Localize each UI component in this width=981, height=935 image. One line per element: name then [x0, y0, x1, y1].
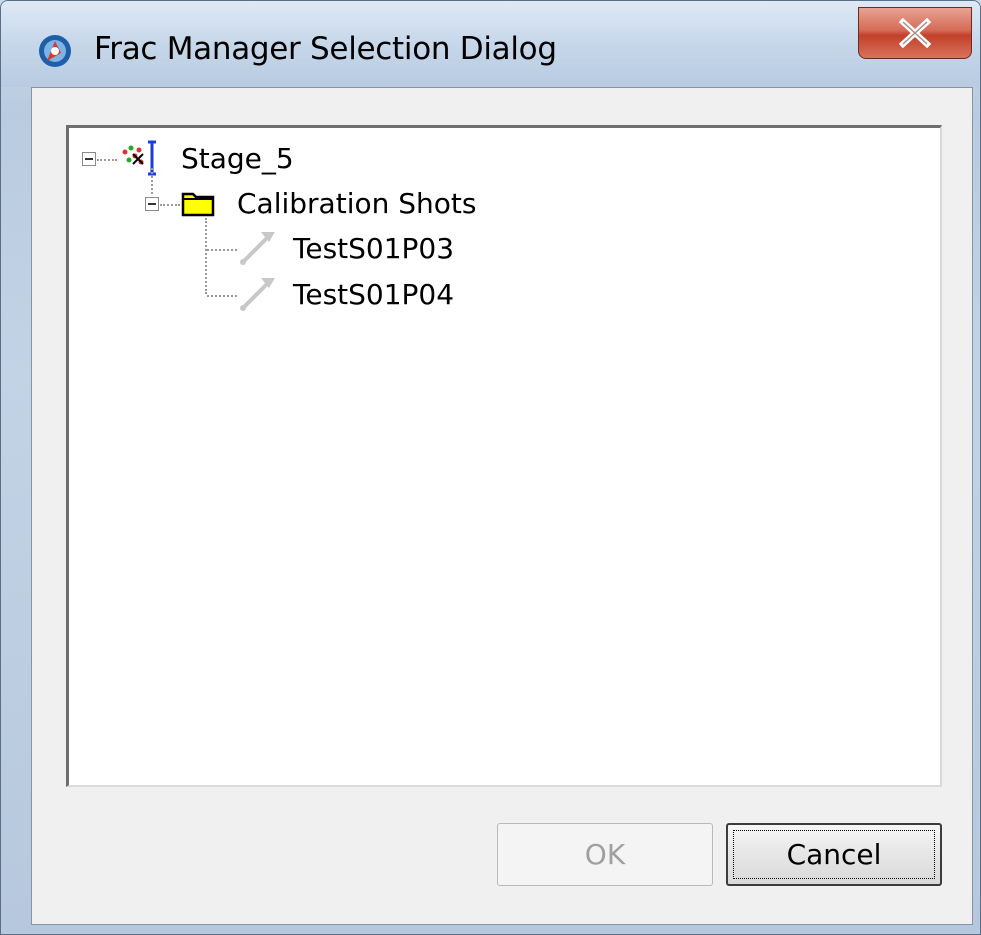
tree-node-label: Calibration Shots — [237, 187, 477, 220]
dialog-window: Frac Manager Selection Dialog Stage_5 Ca… — [0, 0, 981, 935]
folder-icon — [181, 192, 215, 217]
collapse-toggle-icon[interactable] — [82, 152, 96, 166]
tree-node-shot[interactable]: TestS01P04 — [69, 274, 569, 314]
tree-connector — [207, 295, 237, 297]
window-title: Frac Manager Selection Dialog — [94, 31, 557, 67]
shot-icon — [240, 278, 275, 311]
dialog-client-area: Stage_5 Calibration Shots TestS01P03 Tes… — [31, 87, 973, 925]
shot-icon — [240, 232, 275, 265]
ok-button-label: OK — [584, 838, 626, 871]
ok-button[interactable]: OK — [497, 823, 713, 886]
stage-icon — [122, 140, 156, 176]
focus-ring — [733, 830, 935, 879]
selection-tree[interactable]: Stage_5 Calibration Shots TestS01P03 Tes… — [66, 125, 942, 787]
tree-connector — [207, 249, 237, 251]
cancel-button[interactable]: Cancel — [726, 823, 942, 886]
tree-node-stage[interactable]: Stage_5 — [69, 138, 469, 178]
app-icon — [39, 35, 71, 67]
tree-node-label: TestS01P03 — [293, 232, 455, 265]
collapse-toggle-icon[interactable] — [145, 197, 159, 211]
tree-node-folder[interactable]: Calibration Shots — [69, 183, 569, 223]
close-x-icon — [898, 18, 932, 48]
title-bar[interactable]: Frac Manager Selection Dialog — [1, 1, 980, 87]
tree-node-label: Stage_5 — [181, 142, 294, 175]
close-button[interactable] — [858, 7, 972, 59]
tree-connector — [160, 204, 180, 206]
tree-node-shot[interactable]: TestS01P03 — [69, 228, 569, 268]
tree-node-label: TestS01P04 — [293, 278, 455, 311]
tree-connector — [97, 159, 117, 161]
